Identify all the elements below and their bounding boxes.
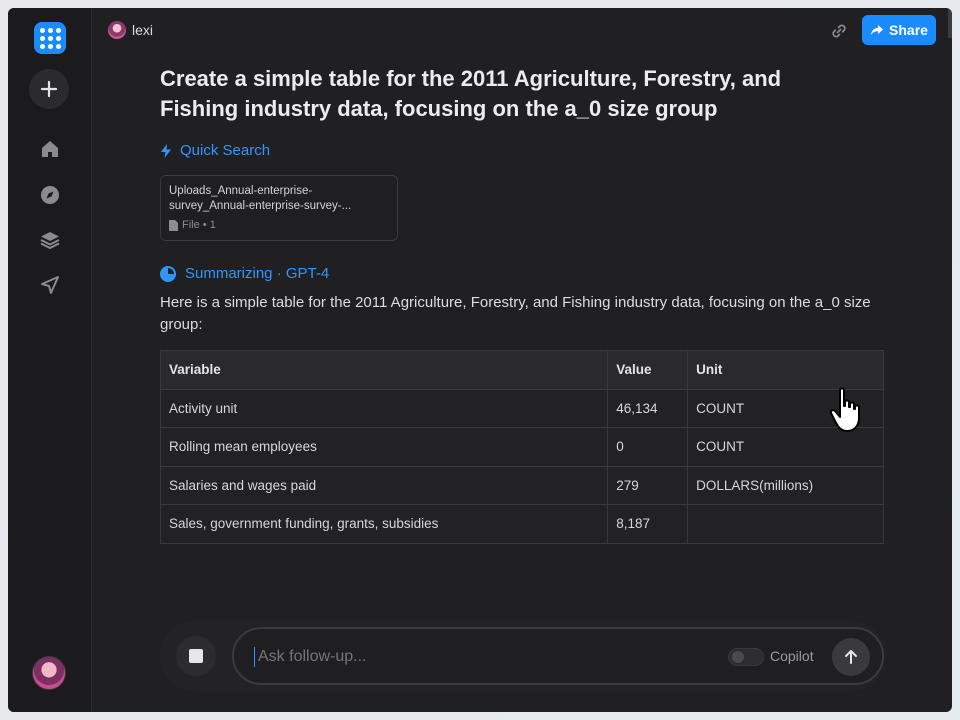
file-meta-row: File • 1 [169, 219, 389, 231]
table-cell: Activity unit [159, 388, 609, 428]
grid-icon[interactable] [34, 22, 66, 54]
top-bar: lexi Share [92, 8, 952, 52]
file-meta: File • 1 [182, 219, 216, 231]
thread-content: Create a simple table for the 2011 Agric… [159, 64, 890, 544]
table-row: Activity unit 46,134 COUNT [159, 388, 884, 428]
sidebar-item-discover[interactable] [38, 183, 62, 207]
file-name: Uploads_Annual-enterprise-survey_Annual-… [169, 185, 352, 212]
summarizing-header: Summarizing · GPT-4 [160, 265, 890, 282]
document-icon [169, 219, 178, 231]
compass-icon [41, 186, 59, 204]
avatar [108, 21, 126, 39]
new-thread-button[interactable] [29, 69, 69, 109]
stop-icon [189, 649, 203, 663]
stop-button[interactable] [176, 636, 216, 676]
copilot-toggle[interactable] [728, 648, 764, 666]
avatar[interactable] [32, 656, 66, 690]
answer-intro: Here is a simple table for the 2011 Agri… [160, 294, 871, 333]
arrow-up-icon [845, 650, 857, 664]
summarizing-label: Summarizing · GPT-4 [185, 265, 330, 282]
bolt-icon [161, 143, 171, 158]
table-cell: Sales, government funding, grants, subsi… [159, 504, 609, 544]
copilot-label: Copilot [770, 648, 814, 664]
share-arrow-icon [871, 25, 884, 35]
follow-up-input[interactable] [254, 647, 694, 667]
hand-cursor-icon [829, 387, 860, 432]
table-row: Rolling mean employees 0 COUNT [159, 427, 884, 467]
username: lexi [132, 22, 154, 38]
table-row: Salaries and wages paid 279 DOLLARS(mill… [159, 465, 884, 505]
user-chip[interactable]: lexi [108, 21, 153, 39]
table-cell: Salaries and wages paid [159, 465, 609, 505]
source-file-card[interactable]: Uploads_Annual-enterprise-survey_Annual-… [160, 175, 398, 241]
table-cell: 46,134 [607, 388, 689, 428]
sidebar-rail [8, 8, 92, 712]
share-label: Share [889, 22, 928, 38]
plus-icon [40, 80, 58, 98]
table-cell: 8,187 [607, 504, 689, 544]
table-row: Sales, government funding, grants, subsi… [159, 504, 884, 544]
table-header-row: Variable Value Unit [159, 350, 884, 390]
ask-box: Copilot [232, 627, 884, 685]
home-icon [42, 141, 58, 157]
table-header-cell: Variable [159, 350, 609, 390]
answer-table: Variable Value Unit Activity unit 46,134… [159, 350, 884, 544]
submit-button[interactable] [832, 638, 870, 676]
quick-search-header: Quick Search [160, 142, 890, 159]
sidebar-item-send[interactable] [38, 273, 62, 297]
table-cell: Rolling mean employees [159, 427, 609, 467]
app-window: lexi Share Create a simple table for the… [8, 8, 952, 712]
sidebar-item-library[interactable] [38, 228, 62, 252]
sidebar-item-home[interactable] [38, 137, 62, 161]
progress-spinner-icon [160, 265, 176, 282]
navigation-icon [41, 276, 59, 294]
share-button[interactable]: Share [862, 15, 936, 45]
table-cell: 0 [607, 427, 689, 467]
quick-search-label: Quick Search [180, 142, 271, 159]
page-title: Create a simple table for the 2011 Agric… [160, 66, 782, 121]
table-cell: 279 [607, 465, 689, 505]
layers-icon [40, 232, 60, 250]
table-cell: DOLLARS(millions) [687, 465, 884, 505]
table-header-cell: Value [607, 350, 689, 390]
table-header-cell: Unit [687, 350, 884, 390]
table-cell [687, 504, 884, 544]
composer-bar: Copilot [160, 620, 886, 692]
link-icon[interactable] [830, 22, 848, 40]
